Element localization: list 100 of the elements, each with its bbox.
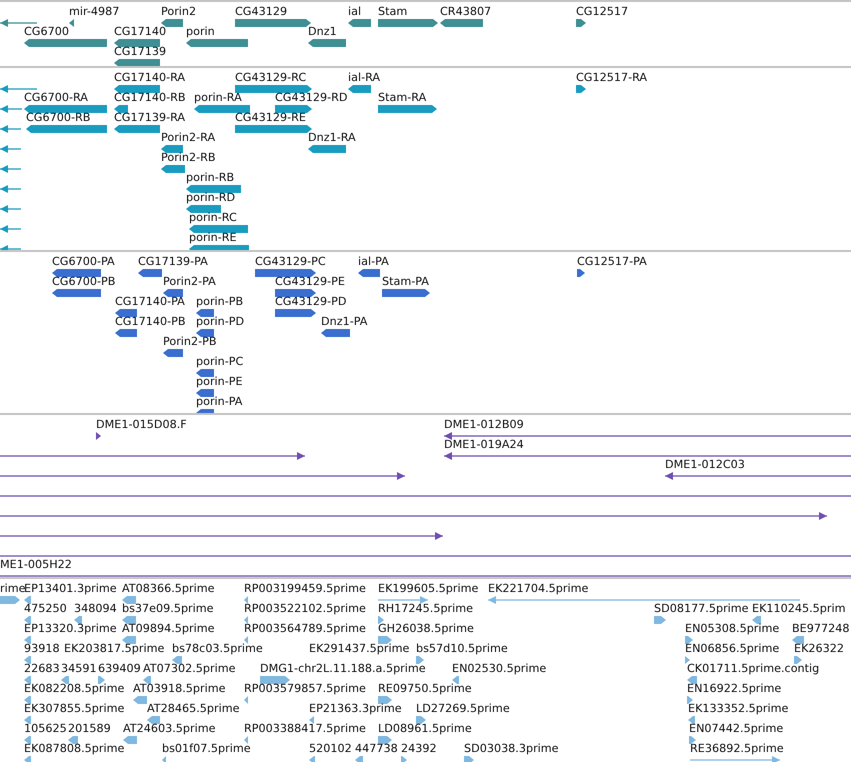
- feature-label: CG17140-PB: [115, 315, 186, 328]
- feature-label: EP13320.3prime: [24, 622, 117, 635]
- feature-label: EP13401.3prime: [24, 582, 117, 595]
- feature-label: EK110245.5prim: [752, 602, 846, 615]
- feature-label: 475250: [24, 602, 67, 615]
- feature-label: EK133352.5prime: [688, 702, 788, 715]
- feature-label: RP003388417.5prime: [244, 722, 366, 735]
- feature-label: AT03918.5prime: [133, 682, 226, 695]
- feature-label: CG12517-PA: [577, 255, 647, 268]
- feature-label: BE977248: [792, 622, 850, 635]
- feature-label: porin-PD: [196, 315, 244, 328]
- feature-label: bs78c03.5prime: [172, 642, 263, 655]
- feature-label: porin: [186, 25, 215, 38]
- feature-label: CG43129-RC: [235, 71, 306, 84]
- feature-label: Stam-RA: [378, 91, 426, 104]
- feature-label: CG43129: [235, 5, 288, 18]
- feature-label: EK082208.5prime: [24, 682, 124, 695]
- feature-label: porin-RE: [189, 231, 237, 244]
- feature-label: CG43129-RD: [275, 91, 348, 104]
- feature-label: 447738: [355, 742, 398, 755]
- feature-label: EN02530.5prime: [452, 662, 546, 675]
- feature-label: SD08177.5prime: [654, 602, 749, 615]
- feature-label: DME1-019A24: [444, 438, 524, 451]
- feature-label: RE09750.5prime: [378, 682, 472, 695]
- feature-label: EK291437.5prime: [309, 642, 410, 655]
- feature-label: 34591: [61, 662, 97, 675]
- feature-label: bs57d10.5prime: [416, 642, 508, 655]
- feature-label: porin-RA: [194, 91, 242, 104]
- feature-label: porin-RC: [189, 211, 237, 224]
- feature-label: Porin2-RB: [161, 151, 216, 164]
- feature-label: ial-PA: [358, 255, 389, 268]
- feature-label: CG6700-RB: [26, 111, 90, 124]
- feature-label: 105625: [24, 722, 67, 735]
- feature-label: Stam: [378, 5, 408, 18]
- feature-label: SD03038.3prime: [464, 742, 559, 755]
- feature-label: porin-PA: [196, 395, 242, 408]
- feature-label: CG17140: [114, 25, 166, 38]
- feature-label: EK26322: [794, 642, 844, 655]
- feature-label: 639409: [98, 662, 141, 675]
- feature-label: porin-PE: [196, 375, 243, 388]
- feature-label: CG17139-RA: [114, 111, 186, 124]
- feature-label: RP003579857.5prime: [244, 682, 366, 695]
- feature-label: LD08961.5prime: [378, 722, 472, 735]
- feature-label: RP003564789.5prime: [244, 622, 366, 635]
- feature-label: 93918: [24, 642, 60, 655]
- feature-label: EK087808.5prime: [24, 742, 124, 755]
- feature-label: CG17139: [114, 45, 166, 58]
- feature-label: Porin2-PB: [163, 335, 217, 348]
- feature-label: 22683: [24, 662, 60, 675]
- feature-label: ial-RA: [348, 71, 380, 84]
- feature-label: EN06856.5prime: [685, 642, 780, 655]
- feature-label: DME1-012B09: [444, 418, 524, 431]
- feature-label: EK307855.5prime: [24, 702, 124, 715]
- feature-label: EK221704.5prime: [488, 582, 588, 595]
- feature-label: CG43129-RE: [235, 111, 306, 124]
- feature-label: CG12517: [576, 5, 628, 18]
- feature-label: CG43129-PE: [275, 275, 345, 288]
- feature-label: ial: [348, 5, 362, 18]
- feature-label: EK199605.5prime: [378, 582, 478, 595]
- feature-label: Dnz1-PA: [321, 315, 368, 328]
- feature-label: 24392: [401, 742, 437, 755]
- feature-label: CG12517-RA: [576, 71, 648, 84]
- feature-label: CG6700-RA: [24, 91, 88, 104]
- feature-label: RP003522102.5prime: [244, 602, 366, 615]
- feature-label: CG6700: [24, 25, 69, 38]
- feature-label: CG6700-PA: [52, 255, 115, 268]
- feature-label: porin-RB: [186, 171, 234, 184]
- feature-label: CG17140-RB: [114, 91, 186, 104]
- feature-label: porin-PB: [196, 295, 244, 308]
- feature-label: DME1-015D08.F: [96, 418, 187, 431]
- feature-label: Stam-PA: [382, 275, 429, 288]
- feature-label: Dnz1-RA: [308, 131, 356, 144]
- feature-label: EP21363.3prime: [309, 702, 402, 715]
- feature-label: 348094: [74, 602, 117, 615]
- feature-label: RP003199459.5prime: [244, 582, 366, 595]
- feature-label: CG17139-PA: [138, 255, 208, 268]
- feature-label: CG17140-RA: [114, 71, 186, 84]
- feature-label: EK203817.5prime: [64, 642, 164, 655]
- feature-label: AT07302.5prime: [143, 662, 236, 675]
- feature-label: LD27269.5prime: [416, 702, 510, 715]
- feature-label: AT08366.5prime: [122, 582, 214, 595]
- feature-label: DMG1-chr2L.11.188.a.5prime: [260, 662, 426, 675]
- feature-label: RH17245.5prime: [378, 602, 474, 615]
- feature-label: mir-4987: [69, 5, 120, 18]
- feature-label: 201589: [68, 722, 111, 735]
- feature-label: CG43129-PC: [255, 255, 326, 268]
- feature-label: GH26038.5prime: [378, 622, 474, 635]
- feature-label: EN16922.5prime: [687, 682, 782, 695]
- feature-label: Dnz1: [308, 25, 337, 38]
- feature-label: Porin2: [161, 5, 196, 18]
- feature-label: CK01711.5prime.contig: [687, 662, 820, 675]
- feature-label: Porin2-RA: [161, 131, 216, 144]
- feature-label: CG6700-PB: [52, 275, 116, 288]
- feature-label: CG43129-PD: [275, 295, 346, 308]
- feature-label: bs01f07.5prime: [162, 742, 251, 755]
- feature-label: DME1-012C03: [665, 458, 745, 471]
- feature-label: EN05308.5prime: [685, 622, 780, 635]
- feature-label: 520102: [309, 742, 352, 755]
- feature-label: AT09894.5prime: [122, 622, 214, 635]
- feature-label: CR43807: [440, 5, 492, 18]
